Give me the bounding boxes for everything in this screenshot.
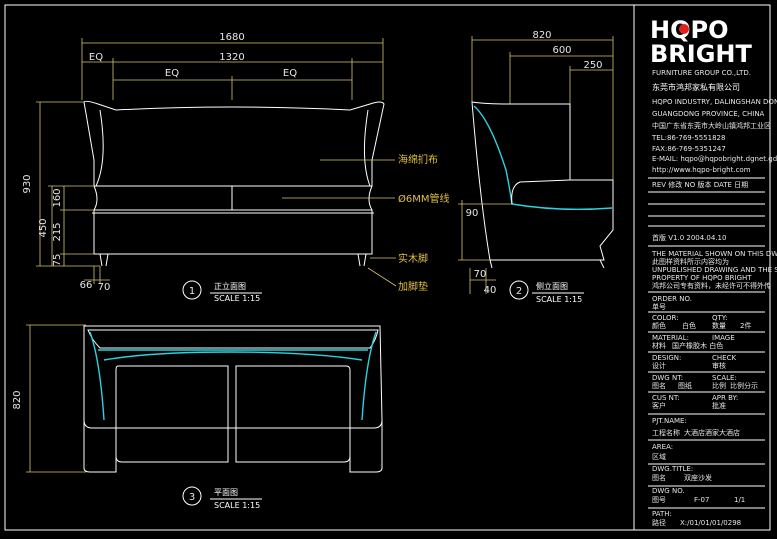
addr-line-3: 中国广东省东莞市大岭山镇鸿邦工业区 — [652, 121, 771, 130]
side-view: 820 600 250 90 70 40 2 侧立面图 SCALE 1:15 — [458, 30, 614, 304]
cad-drawing-sheet: 1680 EQ 1320 EQ EQ 930 450 160 215 75 66… — [0, 0, 777, 535]
addr-line-6: E-MAIL: hqpo@hqpobright.dgnet.gd.cn — [652, 155, 777, 163]
side-dim-600: 600 — [552, 45, 571, 56]
addr-line-1: HQPO INDUSTRY, DALINGSHAN DONGGUAN — [652, 98, 777, 106]
field-dwgno-en: DWG NO. — [652, 487, 685, 495]
field-scale-en: SCALE: — [712, 374, 737, 382]
note-line-5: 鸿邦公司专有资料，未经许可不得外传 — [652, 281, 771, 290]
field-sheet-value: 1/1 — [734, 496, 745, 504]
front-dim-center: 1320 — [219, 52, 244, 63]
callout-pipe: Ø6MM管线 — [398, 192, 450, 205]
field-dwgnt-en: DWG NT: — [652, 374, 683, 382]
front-dim-70: 70 — [98, 282, 111, 293]
plan-view: 820 3 平面图 SCALE 1:15 — [12, 324, 383, 510]
field-order-en: ORDER NO. — [652, 295, 692, 303]
field-check-en: CHECK — [712, 354, 736, 362]
addr-line-5: FAX:86-769-5351247 — [652, 145, 726, 153]
field-cus-cn: 客户 — [652, 401, 666, 410]
callout-fabric: 海绵扪布 — [398, 153, 438, 166]
field-dwgnt-value: 图纸 — [678, 381, 692, 390]
field-qty-en: QTY: — [712, 314, 728, 322]
company-cn: 东莞市鸿邦家私有限公司 — [652, 82, 740, 92]
side-dim-total: 820 — [532, 30, 551, 41]
rev-row: REV 修改 NO 版本 DATE 日期 — [652, 180, 748, 189]
field-dwgno-cn: 图号 — [652, 496, 666, 504]
field-design-en: DESIGN: — [652, 354, 681, 362]
side-view-scale: SCALE 1:15 — [536, 295, 582, 304]
front-dim-eq-left: EQ — [89, 52, 103, 63]
field-path-value: X:/01/01/01/0298 — [680, 519, 741, 527]
version-row: 首版 V1.0 2004.04.10 — [652, 233, 726, 242]
field-title-en: DWG.TITLE: — [652, 465, 693, 473]
plan-view-title: 平面图 — [214, 488, 238, 497]
plan-dim-820: 820 — [12, 390, 23, 409]
front-dim-66: 66 — [80, 280, 93, 291]
field-path-cn: 路径 — [652, 518, 666, 527]
note-line-1: THE MATERIAL SHOWN ON THIS DWG IS AN — [651, 250, 777, 258]
company-en: FURNITURE GROUP CO.,LTD. — [652, 69, 751, 77]
front-dim-75: 75 — [52, 254, 63, 267]
callout-wood-leg: 实木脚 — [398, 252, 428, 265]
side-view-title: 侧立面图 — [536, 281, 568, 291]
field-dwgno-value: F-07 — [694, 496, 709, 504]
side-dim-40: 40 — [484, 285, 497, 296]
front-dim-overall-height: 930 — [22, 174, 33, 193]
side-dim-70: 70 — [474, 269, 487, 280]
drawing-canvas: 1680 EQ 1320 EQ EQ 930 450 160 215 75 66… — [4, 4, 777, 531]
note-line-4: PROPERTY OF HQPO BRIGHT — [652, 274, 752, 282]
logo-red-dot — [679, 24, 689, 34]
field-title-value: 双座沙发 — [684, 473, 712, 482]
front-dim-eq-mid-left: EQ — [165, 68, 179, 79]
callout-leg-pad: 加脚垫 — [398, 280, 428, 293]
field-apr-cn: 批准 — [712, 401, 726, 410]
addr-line-4: TEL:86-769-5551828 — [651, 134, 725, 142]
field-scale-cn: 比例 — [712, 381, 726, 390]
note-line-3: UNPUBLISHED DRAWING AND THE SOLE — [652, 266, 777, 274]
side-view-number: 2 — [516, 286, 522, 297]
field-design-cn: 设计 — [652, 361, 666, 370]
plan-view-scale: SCALE 1:15 — [214, 501, 260, 510]
front-view: 1680 EQ 1320 EQ EQ 930 450 160 215 75 66… — [22, 32, 450, 303]
field-pjt-value: 大酒店酒家大酒店 — [684, 428, 740, 437]
front-dim-total: 1680 — [219, 32, 244, 43]
field-cus-en: CUS NT: — [652, 394, 680, 402]
front-view-title: 正立面图 — [214, 281, 246, 291]
field-color-en: COLOR: — [652, 314, 679, 322]
field-apr-en: APR BY: — [712, 394, 738, 402]
addr-line-2: GUANGDONG PROVINCE, CHINA — [652, 110, 765, 118]
field-pjt-cn: 工程名称 — [652, 428, 680, 437]
field-color-value: 白色 — [682, 321, 696, 330]
front-dim-215: 215 — [52, 222, 63, 241]
front-dim-160: 160 — [52, 188, 63, 207]
field-scale-value: 比例分示 — [730, 381, 758, 390]
front-dim-eq-mid-right: EQ — [283, 68, 297, 79]
field-title-cn: 图名 — [652, 473, 666, 482]
field-qty-cn: 数量 — [712, 321, 726, 330]
front-view-scale: SCALE 1:15 — [214, 294, 260, 303]
logo-line-2: BRIGHT — [650, 40, 752, 68]
note-line-2: 此图样资料所示内容均为 — [652, 257, 729, 266]
plan-view-number: 3 — [189, 492, 195, 503]
front-dim-seat-height: 450 — [38, 218, 49, 237]
field-area-cn: 区域 — [652, 452, 666, 461]
field-image-en: IMAGE — [712, 334, 735, 342]
addr-line-7: http://www.hqpo-bright.com — [652, 166, 751, 174]
field-material-value: 国产橡胶木 白色 — [672, 341, 723, 350]
front-view-number: 1 — [189, 286, 195, 297]
field-qty-value: 2件 — [740, 321, 751, 330]
field-path-en: PATH: — [652, 510, 672, 518]
field-check-cn: 审核 — [712, 361, 726, 370]
field-color-cn: 颜色 — [652, 321, 666, 330]
side-dim-250: 250 — [583, 60, 602, 71]
side-dim-90: 90 — [466, 208, 479, 219]
field-pjt-en: PJT.NAME: — [652, 417, 687, 425]
field-material-en: MATERIAL: — [652, 334, 689, 342]
field-material-cn: 材料 — [652, 341, 666, 350]
field-area-en: AREA: — [652, 443, 673, 451]
title-block: HQPO BRIGHT FURNITURE GROUP CO.,LTD. 东莞市… — [648, 16, 777, 527]
field-dwgnt-cn: 图名 — [652, 381, 666, 390]
field-order-cn: 单号 — [652, 302, 666, 311]
